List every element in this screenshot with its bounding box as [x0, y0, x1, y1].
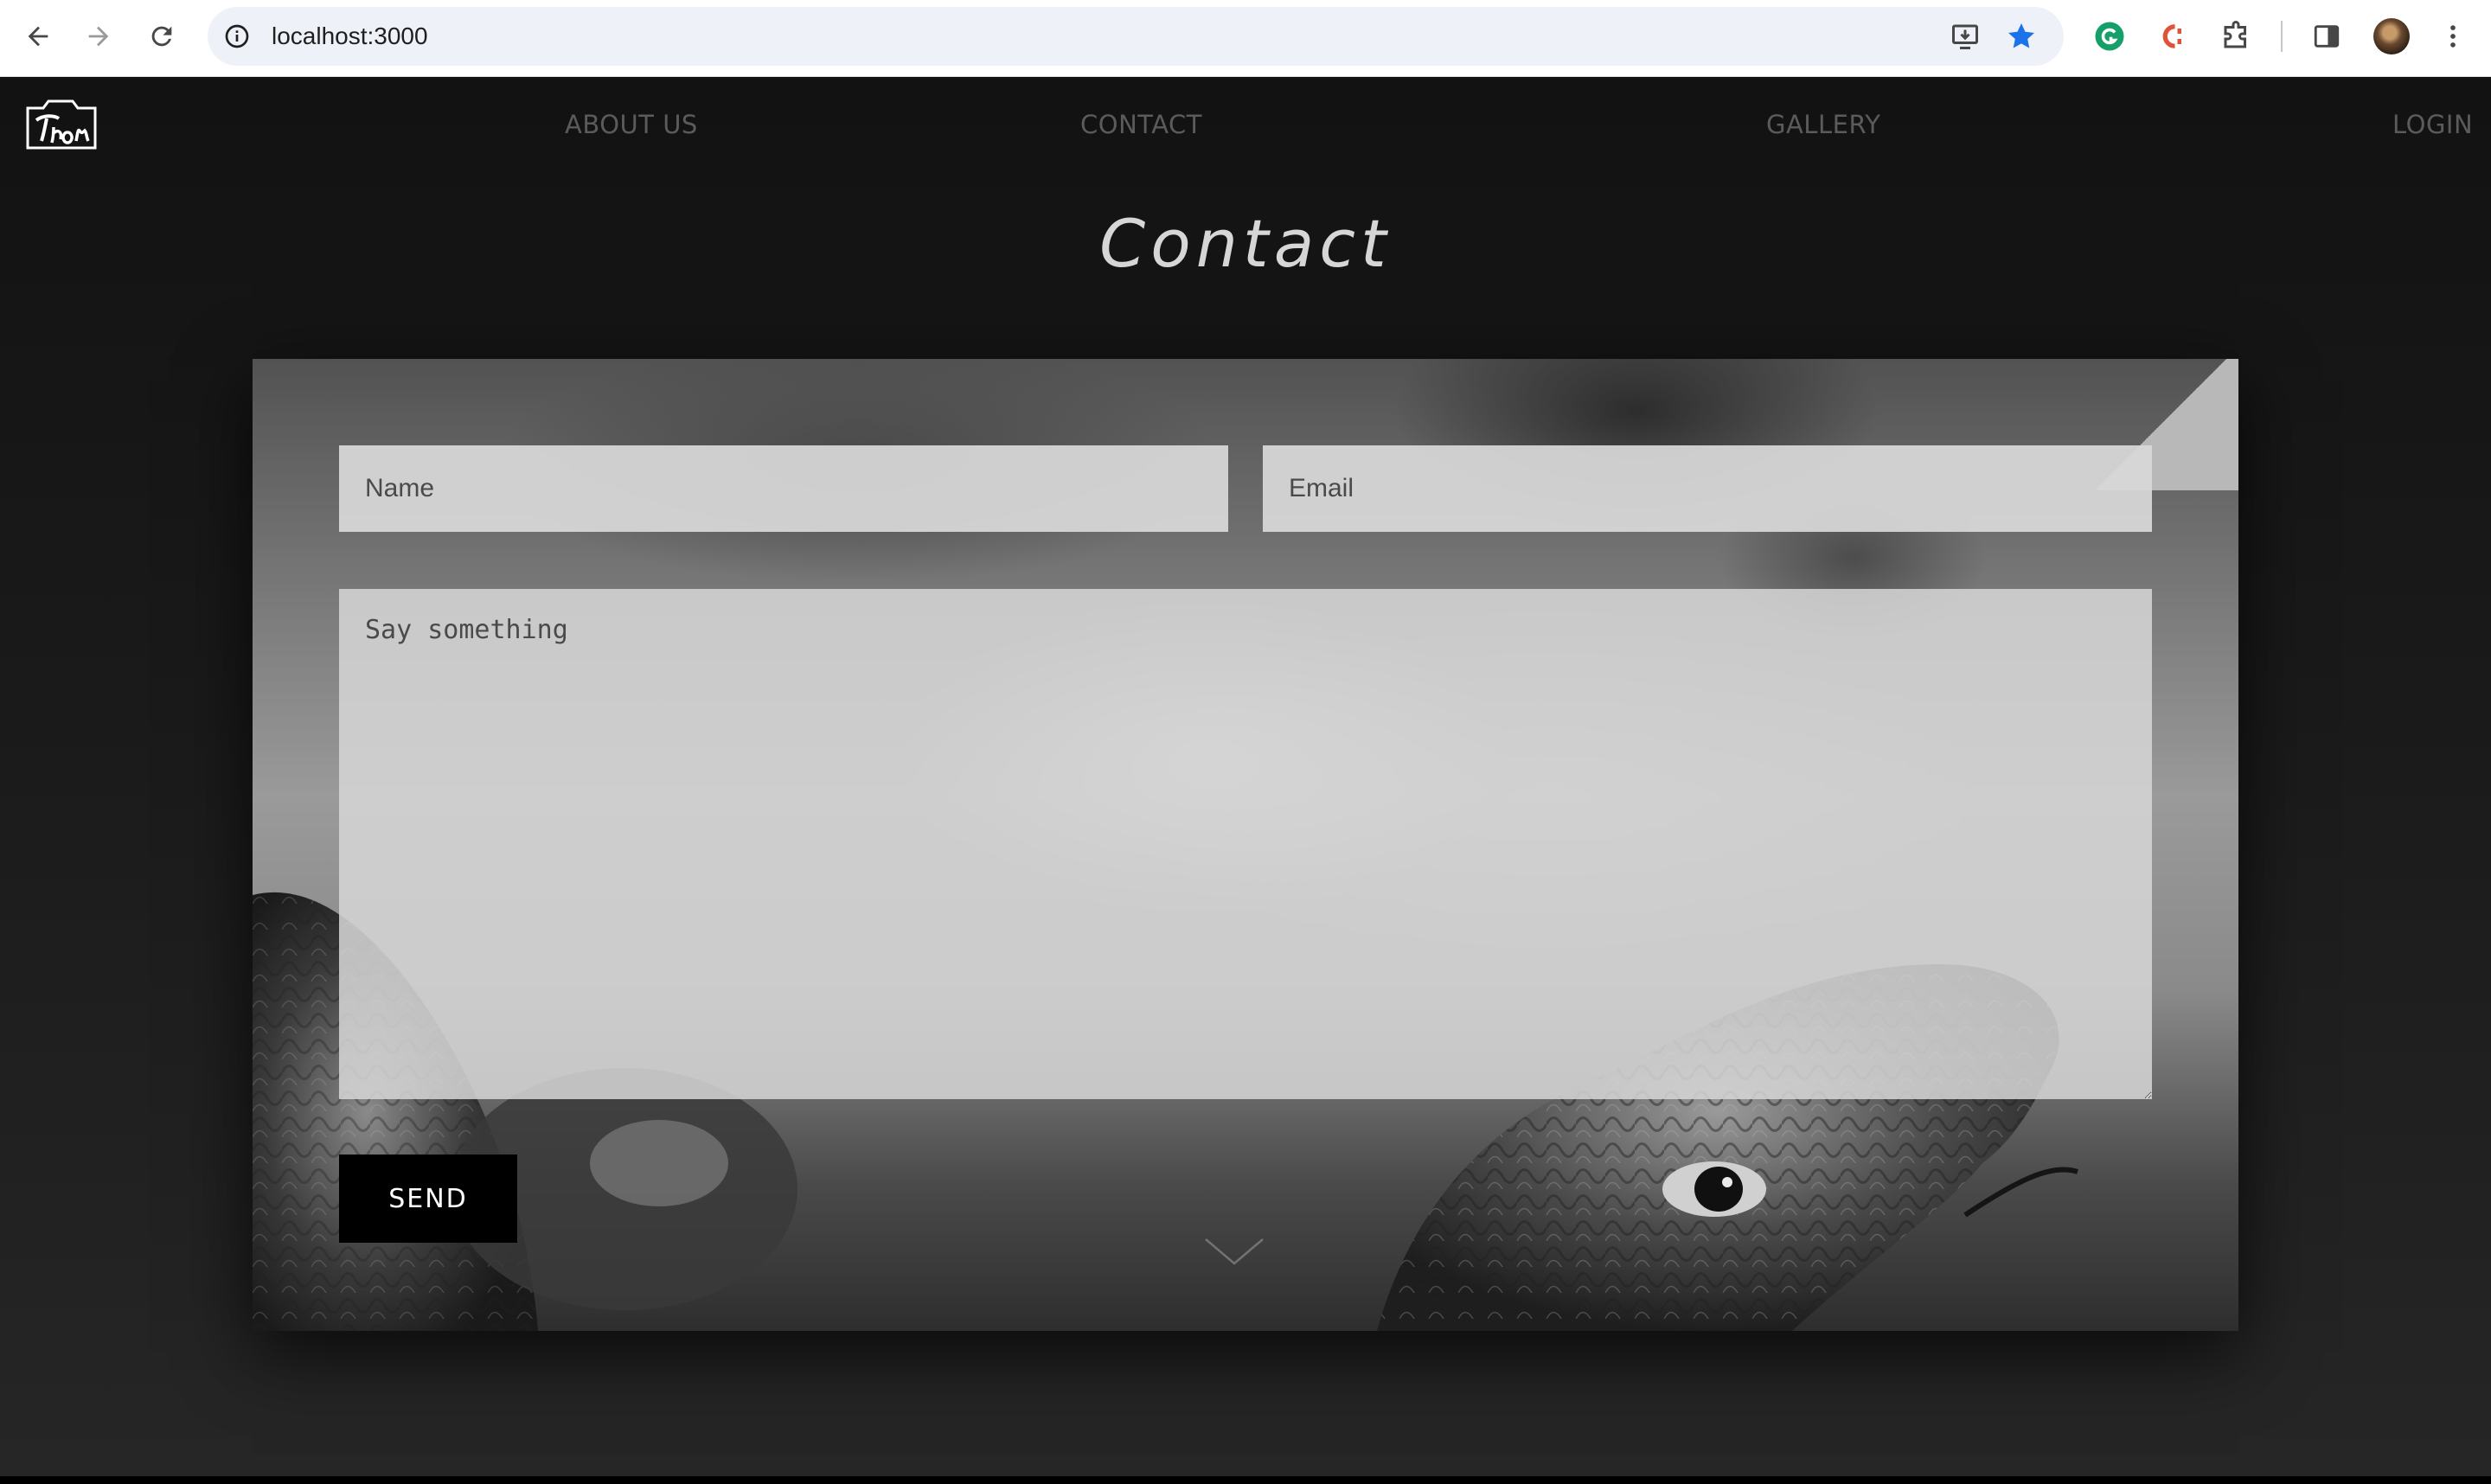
forward-button[interactable] [78, 16, 119, 57]
reload-button[interactable] [141, 16, 183, 57]
reload-icon [151, 26, 172, 47]
bookmark-star-icon [2008, 23, 2034, 48]
site-logo[interactable] [24, 98, 99, 151]
side-panel-button[interactable] [2308, 17, 2346, 55]
browser-menu-button[interactable] [2434, 17, 2472, 55]
site-info-icon [225, 24, 249, 48]
page-body: ABOUT US CONTACT GALLERY LOGIN Contact N… [0, 77, 2491, 1476]
contact-card: SEND [253, 359, 2238, 1331]
extensions-puzzle-icon [2224, 21, 2246, 48]
message-field[interactable] [339, 589, 2152, 1099]
nav-link-login[interactable]: LOGIN [2392, 110, 2473, 139]
nav-link-about[interactable]: ABOUT US [565, 110, 698, 139]
grammarly-icon [2095, 22, 2124, 51]
nav-link-contact[interactable]: CONTACT [1080, 110, 1202, 139]
install-app-icon [1952, 24, 1978, 49]
chevron-down-icon[interactable] [1202, 1234, 1266, 1269]
site-info-button[interactable] [220, 19, 254, 54]
install-app-button[interactable] [1948, 19, 1982, 54]
side-panel-icon [2314, 25, 2340, 48]
name-field[interactable] [339, 445, 1228, 532]
send-button[interactable]: SEND [339, 1155, 517, 1243]
nav-link-gallery[interactable]: GALLERY [1766, 110, 1880, 139]
back-button[interactable] [17, 16, 59, 57]
back-icon [28, 26, 48, 47]
profile-avatar[interactable] [2373, 18, 2410, 54]
forward-icon [88, 26, 109, 47]
page-title: Contact [1099, 205, 1392, 282]
email-field[interactable] [1263, 445, 2152, 532]
camera-logo-icon [26, 99, 97, 150]
color-picker-extension-icon [2162, 24, 2181, 48]
color-extension[interactable] [2152, 17, 2190, 55]
site-navigation: ABOUT US CONTACT GALLERY LOGIN [0, 77, 2491, 181]
bookmark-button[interactable] [2004, 19, 2039, 54]
grammarly-extension[interactable] [2091, 17, 2129, 55]
page-bottom-edge [0, 1476, 2491, 1484]
address-bar[interactable]: localhost:3000 [208, 7, 2064, 66]
toolbar-divider [2281, 21, 2283, 52]
url-text[interactable]: localhost:3000 [272, 7, 428, 66]
browser-toolbar: localhost:3000 [0, 0, 2491, 77]
extensions-button[interactable] [2217, 17, 2255, 55]
menu-kebab-icon [2450, 25, 2456, 48]
